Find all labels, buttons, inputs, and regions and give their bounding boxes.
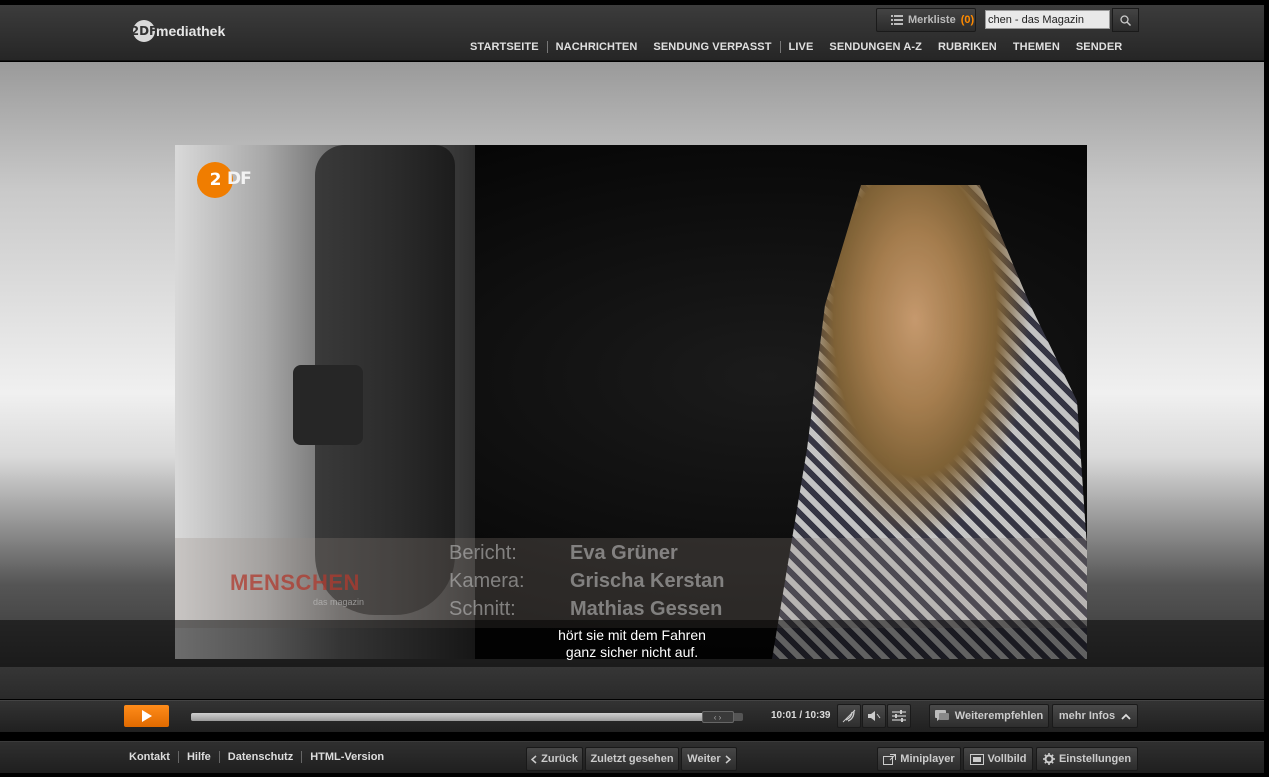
nav-item-nachrichten[interactable]: NACHRICHTEN [548,41,646,53]
show-logo-subtitle: das magazin [313,597,365,607]
more-info-label: mehr Infos [1058,710,1116,722]
show-logo: MENSCHEN [230,570,360,595]
merkliste-count: (0) [960,14,975,26]
subtitle-line: ganz sicher nicht auf. [565,643,699,660]
nav-item-startseite[interactable]: STARTSEITE [462,41,547,53]
more-info-button[interactable]: mehr Infos [1052,704,1138,728]
credit-label: Kamera: [449,570,525,592]
video-scene-handle [293,365,363,445]
top-header: 2DF mediathek Merkliste (0) STARTSEITE N… [0,5,1264,61]
footer-link-kontakt[interactable]: Kontakt [121,751,178,763]
zdf-channel-badge-text: DF [227,169,252,189]
nav-item-themen[interactable]: THEMEN [1005,41,1068,53]
miniplayer-icon [883,753,897,765]
credit-label: Schnitt: [449,598,516,620]
nav-item-sender[interactable]: SENDER [1068,41,1130,53]
video-frame[interactable]: 2 DF MENSCHEN das magazin Bericht: Eva G… [175,145,1087,659]
progress-fill [191,713,718,721]
merkliste-button[interactable]: Merkliste (0) [876,8,976,32]
fullscreen-label: Vollbild [987,753,1027,765]
miniplayer-button[interactable]: Miniplayer [877,747,961,771]
play-icon [141,710,152,722]
subtitle-line: hört sie mit dem Fahren [558,626,706,643]
progress-bar[interactable] [191,713,743,721]
chevron-right-icon [725,754,731,764]
credit-value: Grischa Kerstan [570,570,725,592]
subtitle-bar: hört sie mit dem Fahren ganz sicher nich… [0,620,1264,667]
footer-links: Kontakt Hilfe Datenschutz HTML-Version [121,751,392,763]
credit-value: Mathias Gessen [570,598,723,620]
nav-item-sendung-verpasst[interactable]: SENDUNG VERPASST [645,41,779,53]
fullscreen-button[interactable]: Vollbild [963,747,1033,771]
speaker-icon [868,711,881,721]
volume-button[interactable] [862,704,886,728]
chevron-up-icon [1121,713,1131,720]
next-label: Weiter [687,753,721,765]
back-button[interactable]: Zurück [526,747,583,771]
play-button[interactable] [124,705,169,727]
recommend-label: Weiterempfehlen [954,710,1044,722]
logo-wordmark: mediathek [156,23,226,39]
sliders-icon [892,710,906,722]
audio-description-icon [842,709,856,723]
quality-settings-button[interactable] [887,704,911,728]
nav-item-rubriken[interactable]: RUBRIKEN [930,41,1005,53]
footer-link-datenschutz[interactable]: Datenschutz [220,751,301,763]
footer-link-hilfe[interactable]: Hilfe [179,751,219,763]
gear-icon [1042,753,1055,765]
recently-watched-label: Zuletzt gesehen [590,753,674,765]
window-edge [1264,0,1269,777]
nav-item-live[interactable]: LIVE [781,41,822,53]
next-button[interactable]: Weiter [681,747,737,771]
merkliste-label: Merkliste [908,14,956,26]
zdf-mediathek-logo[interactable]: 2DF mediathek [131,19,226,43]
footer-bar: Kontakt Hilfe Datenschutz HTML-Version Z… [0,741,1264,773]
progress-handle[interactable]: ‹ › [701,711,734,723]
search-icon [1120,14,1131,26]
settings-button[interactable]: Einstellungen [1036,747,1138,771]
fullscreen-icon [969,753,984,765]
time-display: 10:01 / 10:39 [771,710,831,721]
miniplayer-label: Miniplayer [900,753,955,765]
back-label: Zurück [541,753,578,765]
zdf-logo-mark: 2DF [131,20,157,42]
audio-description-button[interactable] [837,704,861,728]
recently-watched-button[interactable]: Zuletzt gesehen [585,747,679,771]
player-controls: ‹ › 10:01 / 10:39 Weiterempfehlen mehr I… [0,700,1264,732]
main-navigation: STARTSEITE NACHRICHTEN SENDUNG VERPASST … [462,39,1130,55]
nav-item-sendungen-a-z[interactable]: SENDUNGEN A-Z [821,41,930,53]
speech-bubble-icon [934,710,949,721]
credit-value: Eva Grüner [570,542,678,564]
credit-label: Bericht: [449,542,517,564]
chevron-left-icon [531,754,537,764]
footer-link-html-version[interactable]: HTML-Version [302,751,392,763]
search-input[interactable] [985,10,1110,29]
search-button[interactable] [1112,8,1139,32]
list-icon [891,15,903,25]
settings-label: Einstellungen [1058,753,1132,765]
recommend-button[interactable]: Weiterempfehlen [929,704,1049,728]
